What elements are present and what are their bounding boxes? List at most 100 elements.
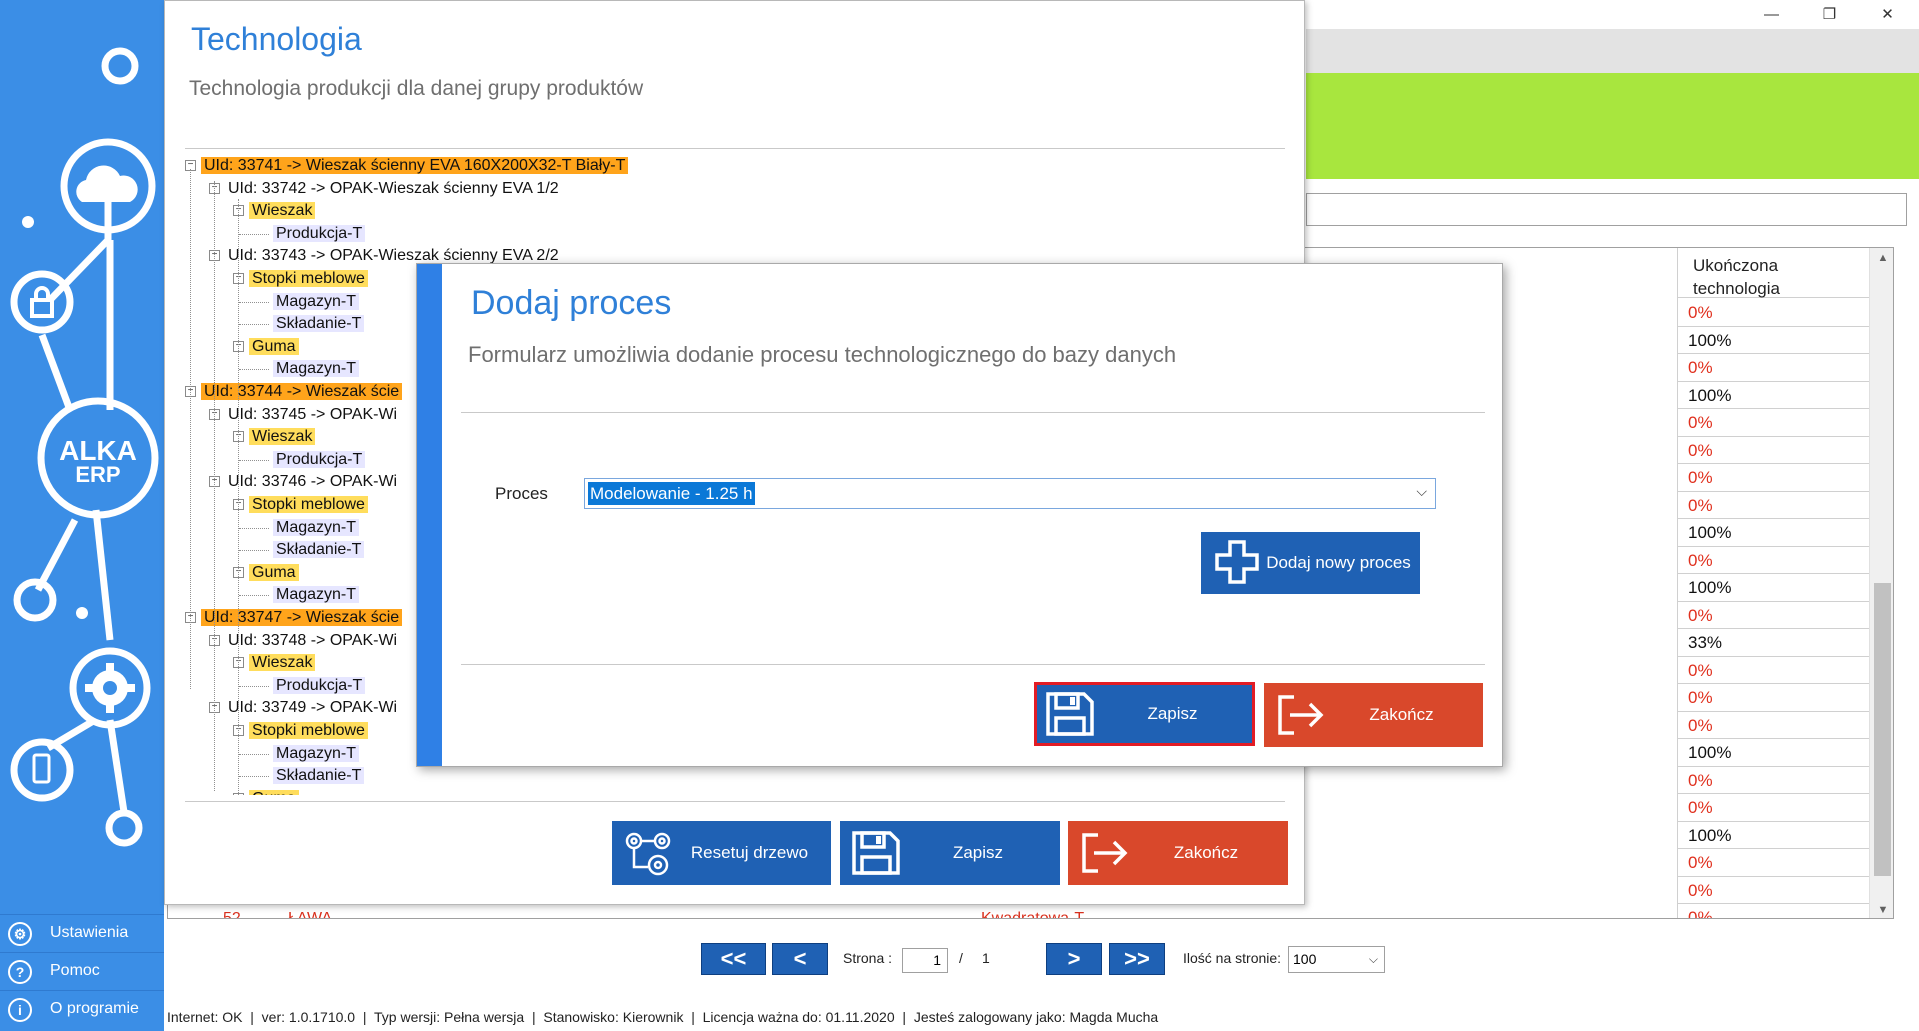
save-tree-button[interactable]: Zapisz (840, 821, 1060, 885)
tree-node[interactable]: Wieszak (249, 426, 316, 447)
prev-page-button[interactable]: < (772, 943, 828, 975)
cloud-icon (76, 165, 138, 202)
tree-process-node[interactable]: Magazyn-T (273, 358, 360, 379)
logo-subtext: ERP (75, 462, 120, 487)
tree-process-node[interactable]: Składanie-T (273, 765, 365, 786)
page-number-input[interactable]: 1 (902, 948, 948, 973)
floppy-disk-icon (1046, 692, 1094, 736)
tree-node[interactable]: UId: 33742 -> OPAK-Wieszak ścienny EVA 1… (225, 178, 562, 199)
tree-node[interactable]: Guma (249, 788, 299, 795)
tree-node[interactable]: Stopki meblowe (249, 494, 368, 515)
divider (461, 412, 1485, 413)
last-page-button[interactable]: >> (1109, 943, 1165, 975)
tree-connector (239, 369, 269, 371)
help-icon: ? (8, 960, 32, 984)
row-name: ŁAWA (288, 910, 333, 919)
percent-cell: 0% (1678, 877, 1869, 904)
tree-node[interactable]: Stopki meblowe (249, 268, 368, 289)
tree-node[interactable]: Guma (249, 562, 299, 583)
dialog-subtitle: Technologia produkcji dla danej grupy pr… (189, 77, 644, 100)
button-label: Zakończ (1369, 705, 1434, 724)
percent-cell: 0% (1678, 547, 1869, 574)
page-total: 1 (982, 950, 990, 966)
scroll-down-icon[interactable]: ▼ (1870, 900, 1893, 918)
percent-cell: 100% (1678, 519, 1869, 547)
gears-icon (625, 832, 671, 876)
percent-cell: 0% (1678, 409, 1869, 437)
scroll-thumb[interactable] (1874, 583, 1891, 876)
close-dialog-button[interactable]: Zakończ (1068, 821, 1288, 885)
sidebar-item-about[interactable]: i O programie (0, 990, 164, 1027)
tree-node-label: UId: 33748 -> OPAK-Wi (228, 631, 398, 649)
first-page-button[interactable]: << (701, 943, 766, 975)
tree-guide-line (238, 199, 239, 795)
button-label: Resetuj drzewo (690, 843, 809, 862)
tree-node[interactable]: UId: 33749 -> OPAK-Wi (225, 697, 400, 718)
reset-tree-button[interactable]: Resetuj drzewo (612, 821, 831, 885)
tree-process-node[interactable]: Składanie-T (273, 313, 365, 334)
tree-node[interactable]: UId: 33747 -> Wieszak ście (201, 607, 403, 628)
tree-node[interactable]: UId: 33741 -> Wieszak ścienny EVA 160X20… (201, 155, 629, 176)
tree-node-label: Magazyn-T (273, 586, 360, 604)
tree-connector (239, 550, 269, 552)
tree-process-node[interactable]: Magazyn-T (273, 517, 360, 538)
percent-cell: 0% (1678, 354, 1869, 382)
tree-node[interactable]: Guma (249, 336, 299, 357)
percent-cell: 0% (1678, 464, 1869, 492)
scroll-up-icon[interactable]: ▲ (1870, 248, 1893, 268)
tree-node[interactable]: Wieszak (249, 652, 316, 673)
add-new-process-button[interactable]: Dodaj nowy proces (1201, 532, 1420, 594)
chevron-down-icon: ⌵ (1416, 483, 1427, 499)
sidebar-item-help[interactable]: ? Pomoc (0, 952, 164, 989)
percent-cell: 0% (1678, 602, 1869, 629)
percent-cell: 100% (1678, 574, 1869, 602)
minimize-icon[interactable]: — (1743, 0, 1800, 29)
search-input[interactable] (1306, 193, 1907, 226)
plus-icon (1215, 540, 1259, 584)
tree-node[interactable]: UId: 33744 -> Wieszak ście (201, 381, 403, 402)
table-scrollbar[interactable]: ▲ ▼ (1869, 248, 1893, 918)
tree-node[interactable]: UId: 33745 -> OPAK-Wi (225, 404, 400, 425)
status-banner (1306, 73, 1919, 179)
process-label: Proces (495, 484, 548, 503)
per-page-select[interactable]: 100 ⌵ (1288, 946, 1385, 973)
per-page-label: Ilość na stronie: (1183, 950, 1282, 966)
close-process-button[interactable]: Zakończ (1264, 683, 1483, 747)
tree-node[interactable]: UId: 33748 -> OPAK-Wi (225, 630, 400, 651)
dialog-title: Dodaj proces (471, 284, 672, 322)
restore-icon[interactable]: ❐ (1801, 0, 1858, 29)
percent-cell: 0% (1678, 684, 1869, 712)
tree-process-node[interactable]: Produkcja-T (273, 675, 366, 696)
process-select[interactable]: Modelowanie - 1.25 h ⌵ (584, 478, 1436, 509)
tree-process-node[interactable]: Magazyn-T (273, 743, 360, 764)
percent-cell: 0% (1678, 794, 1869, 822)
tree-node-label: Składanie-T (273, 541, 365, 559)
process-select-value: Modelowanie - 1.25 h (588, 482, 755, 505)
tree-process-node[interactable]: Produkcja-T (273, 449, 366, 470)
tree-connector (239, 595, 269, 597)
window-caption-bar: — ❐ ✕ (1306, 0, 1919, 29)
tree-connector (239, 753, 269, 755)
percent-cell: 0% (1678, 299, 1869, 327)
button-label: Zapisz (952, 843, 1004, 862)
tree-process-node[interactable]: Magazyn-T (273, 584, 360, 605)
next-page-button[interactable]: > (1046, 943, 1102, 975)
tree-node[interactable]: Stopki meblowe (249, 720, 368, 741)
tree-process-node[interactable]: Produkcja-T (273, 223, 366, 244)
tree-process-node[interactable]: Magazyn-T (273, 291, 360, 312)
tree-process-node[interactable]: Składanie-T (273, 539, 365, 560)
lock-icon (30, 298, 54, 318)
tree-node[interactable]: Wieszak (249, 200, 316, 221)
info-icon: i (8, 998, 32, 1022)
tree-node[interactable]: UId: 33746 -> OPAK-Wi (225, 471, 400, 492)
column-header-completed[interactable]: Ukończona technologia (1677, 248, 1893, 298)
tree-connector (239, 301, 269, 303)
tree-node-label: UId: 33745 -> OPAK-Wi (228, 405, 398, 423)
tree-node-label: Magazyn-T (273, 292, 360, 310)
sidebar-item-settings[interactable]: ⚙ Ustawienia (0, 914, 164, 951)
save-process-button[interactable]: Zapisz (1034, 682, 1255, 746)
close-window-icon[interactable]: ✕ (1859, 0, 1916, 29)
tree-node-label: Guma (249, 563, 299, 581)
tree-node-label: Stopki meblowe (249, 496, 368, 513)
tree-node-label: Guma (249, 337, 299, 355)
